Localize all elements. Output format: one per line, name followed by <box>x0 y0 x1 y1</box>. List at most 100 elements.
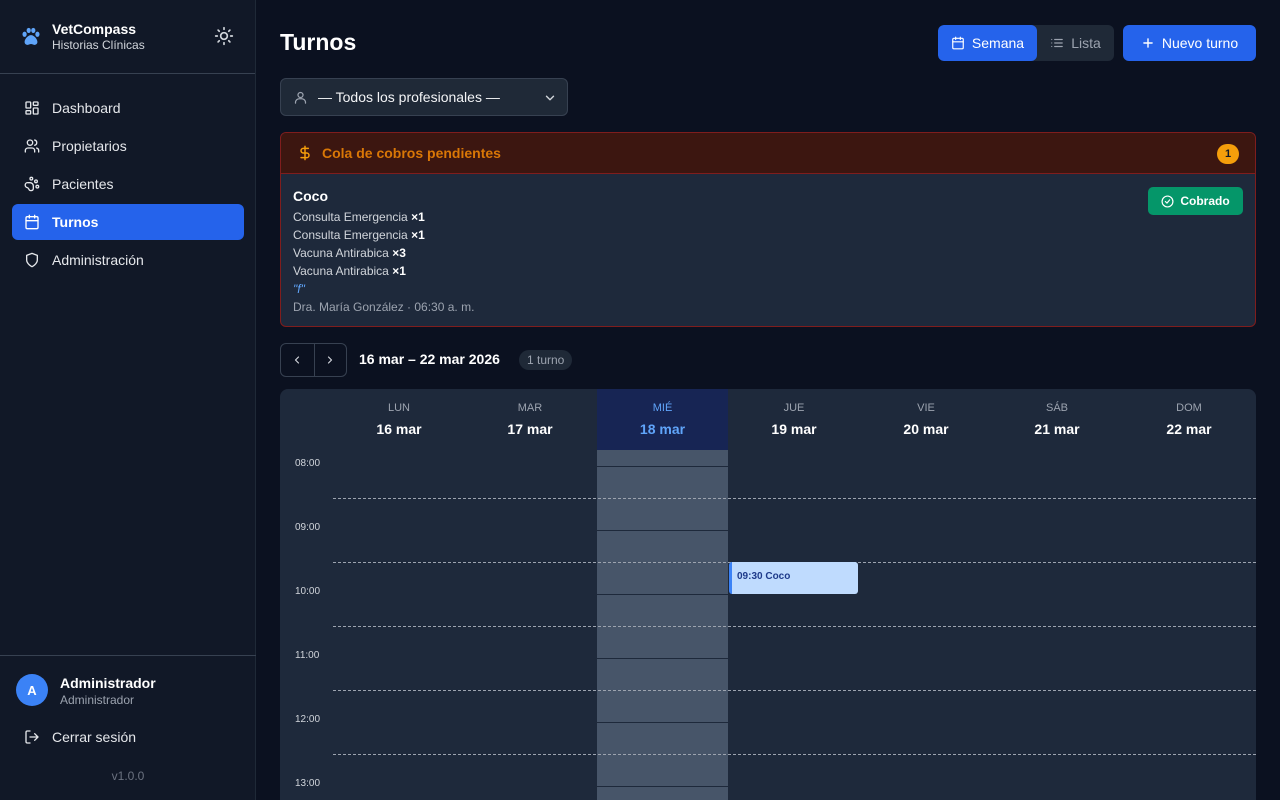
line-item-name: Vacuna Antirabica <box>293 246 389 260</box>
view-week-button[interactable]: Semana <box>938 25 1037 61</box>
day-of-week: JUE <box>783 402 805 414</box>
half-hour-line <box>333 690 1256 691</box>
professional-select-value: — Todos los profesionales — <box>318 89 500 105</box>
calendar-icon <box>25 214 39 230</box>
queue-line-item: Vacuna Antirabica ×1 <box>293 262 1243 280</box>
day-date: 18 mar <box>639 421 686 437</box>
appointment-count-badge: 1 turno <box>519 350 573 370</box>
day-header-fri: VIE 20 mar <box>860 389 992 450</box>
users-icon <box>24 139 40 153</box>
chevron-left-icon <box>295 356 300 364</box>
queue-header: Cola de cobros pendientes 1 <box>281 133 1255 174</box>
sidebar-item-administracion[interactable]: Administración <box>12 242 244 278</box>
sidebar-item-label: Dashboard <box>52 100 121 116</box>
queue-entry: Coco Consulta Emergencia ×1 Consulta Eme… <box>281 174 1255 326</box>
paw-logo-icon <box>22 27 40 45</box>
sun-icon[interactable] <box>214 26 234 46</box>
logout-label: Cerrar sesión <box>52 729 137 745</box>
half-hour-line <box>333 626 1256 627</box>
day-header-sat: SÁB 21 mar <box>991 389 1123 450</box>
brand-header: VetCompass Historias Clínicas <box>0 0 255 74</box>
hour-label: 12:00 <box>295 714 321 725</box>
app-subtitle: Historias Clínicas <box>52 38 145 52</box>
day-header-wed: MIÉ 18 mar <box>597 389 728 450</box>
user-role: Administrador <box>60 693 135 707</box>
slot-divider <box>597 722 728 723</box>
chevron-down-icon <box>545 95 555 101</box>
week-navigation <box>280 343 347 377</box>
calendar-icon <box>952 36 964 50</box>
view-week-label: Semana <box>971 35 1025 51</box>
sidebar-item-dashboard[interactable]: Dashboard <box>12 90 244 126</box>
half-hour-line <box>333 754 1256 755</box>
app-version: v1.0.0 <box>111 769 145 783</box>
new-appointment-button[interactable]: Nuevo turno <box>1123 25 1256 61</box>
paw-icon <box>24 176 40 192</box>
hour-label: 10:00 <box>295 586 321 597</box>
view-toggle: Semana Lista <box>938 25 1114 61</box>
half-hour-line <box>333 498 1256 499</box>
view-list-button[interactable]: Lista <box>1037 25 1114 61</box>
week-calendar: LUN 16 mar MAR 17 mar MIÉ 18 mar JUE 19 … <box>280 389 1256 800</box>
line-item-name: Vacuna Antirabica <box>293 264 389 278</box>
sidebar: VetCompass Historias Clínicas Dashboard … <box>0 0 256 800</box>
day-of-week: LUN <box>387 402 410 414</box>
line-item-name: Consulta Emergencia <box>293 228 408 242</box>
day-date: 16 mar <box>376 421 422 437</box>
day-header-thu: JUE 19 mar <box>728 389 860 450</box>
line-item-qty: ×1 <box>411 210 425 224</box>
user-icon <box>294 91 307 104</box>
day-date: 20 mar <box>903 421 949 437</box>
sidebar-item-propietarios[interactable]: Propietarios <box>12 128 244 164</box>
line-item-name: Consulta Emergencia <box>293 210 408 224</box>
day-header-sun: DOM 22 mar <box>1123 389 1255 450</box>
queue-line-item: Consulta Emergencia ×1 <box>293 226 1243 244</box>
line-item-qty: ×1 <box>392 264 406 278</box>
today-column[interactable] <box>597 450 728 800</box>
avatar: A <box>16 674 48 706</box>
pending-payments-queue: Cola de cobros pendientes 1 Coco Consult… <box>280 132 1256 327</box>
line-item-qty: ×1 <box>411 228 425 242</box>
sidebar-item-label: Administración <box>52 252 144 268</box>
logout-icon <box>25 730 39 744</box>
queue-note: "f" <box>293 282 305 296</box>
slot-divider <box>597 530 728 531</box>
queue-line-item: Consulta Emergencia ×1 <box>293 208 1243 226</box>
day-date: 22 mar <box>1166 421 1212 437</box>
slot-divider <box>597 658 728 659</box>
check-circle-icon <box>1161 194 1174 208</box>
prev-week-button[interactable] <box>281 344 314 376</box>
week-range: 16 mar – 22 mar 2026 <box>359 351 500 367</box>
line-item-qty: ×3 <box>392 246 406 260</box>
next-week-button[interactable] <box>313 344 347 376</box>
dollar-icon <box>300 145 310 161</box>
plus-icon <box>1143 38 1153 48</box>
sidebar-item-label: Propietarios <box>52 138 127 154</box>
logout-button[interactable]: Cerrar sesión <box>24 729 136 745</box>
queue-count-badge: 1 <box>1217 144 1239 164</box>
user-panel: A Administrador Administrador Cerrar ses… <box>0 655 256 800</box>
sidebar-item-label: Pacientes <box>52 176 114 192</box>
day-header-mon: LUN 16 mar <box>333 389 465 450</box>
sidebar-item-turnos[interactable]: Turnos <box>12 204 244 240</box>
new-appointment-label: Nuevo turno <box>1161 35 1239 51</box>
hour-label: 11:00 <box>295 650 320 661</box>
sidebar-item-label: Turnos <box>52 214 99 230</box>
day-of-week: MAR <box>517 402 543 414</box>
list-icon <box>1051 38 1064 48</box>
hour-label: 13:00 <box>295 778 321 789</box>
page-title: Turnos <box>280 29 357 55</box>
professional-select[interactable]: — Todos los profesionales — <box>280 78 568 116</box>
appointment-event[interactable]: 09:30 Coco <box>729 562 858 594</box>
view-list-label: Lista <box>1071 35 1101 51</box>
sidebar-item-pacientes[interactable]: Pacientes <box>12 166 244 202</box>
day-of-week: DOM <box>1176 402 1202 414</box>
mark-paid-button[interactable]: Cobrado <box>1148 187 1243 215</box>
day-of-week: MIÉ <box>652 402 673 414</box>
slot-divider <box>597 786 728 787</box>
day-date: 19 mar <box>771 421 817 437</box>
day-of-week: SÁB <box>1045 402 1068 414</box>
day-of-week: VIE <box>917 402 935 414</box>
queue-patient-name: Coco <box>293 188 328 204</box>
app-name: VetCompass <box>52 21 137 37</box>
